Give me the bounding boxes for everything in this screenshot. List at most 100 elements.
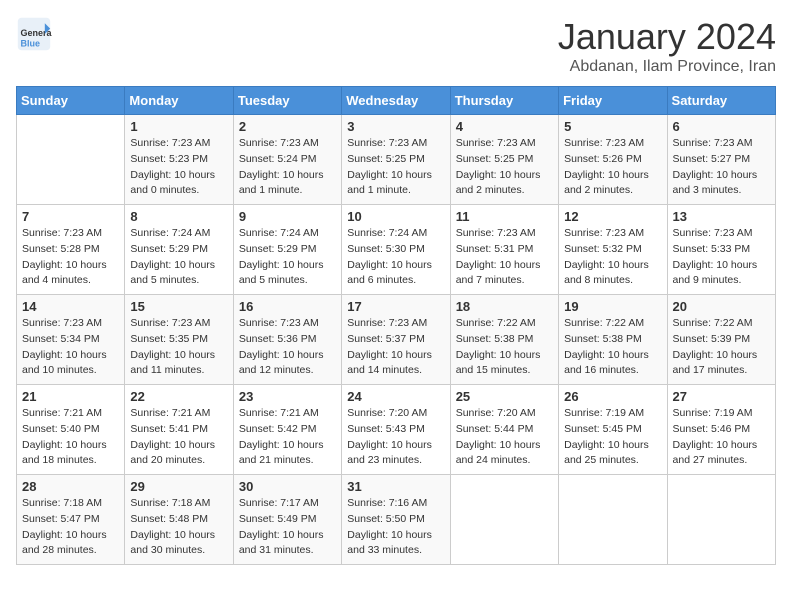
day-info: Sunrise: 7:17 AMSunset: 5:49 PMDaylight:… [239,496,336,559]
calendar-cell: 9 Sunrise: 7:24 AMSunset: 5:29 PMDaylight… [233,205,341,295]
calendar-cell: 27 Sunrise: 7:19 AMSunset: 5:46 PMDayligh… [667,385,775,475]
calendar-cell: 21Sunrise: 7:21 AMSunset: 5:40 PMDayligh… [17,385,125,475]
day-number: 25 [456,389,553,404]
day-info: Sunrise: 7:23 AMSunset: 5:27 PMDaylight:… [673,136,770,199]
calendar-cell: 17 Sunrise: 7:23 AMSunset: 5:37 PMDayligh… [342,295,450,385]
logo: General Blue [16,16,52,52]
calendar-cell: 22 Sunrise: 7:21 AMSunset: 5:41 PMDayligh… [125,385,233,475]
day-number: 14 [22,299,119,314]
day-number: 24 [347,389,444,404]
day-info: Sunrise: 7:22 AMSunset: 5:38 PMDaylight:… [456,316,553,379]
day-header-row: SundayMondayTuesdayWednesdayThursdayFrid… [17,87,776,115]
day-header: Monday [125,87,233,115]
svg-text:Blue: Blue [21,39,41,49]
day-info: Sunrise: 7:19 AMSunset: 5:45 PMDaylight:… [564,406,661,469]
calendar-cell: 31 Sunrise: 7:16 AMSunset: 5:50 PMDayligh… [342,475,450,565]
calendar-cell: 26Sunrise: 7:19 AMSunset: 5:45 PMDayligh… [559,385,667,475]
day-info: Sunrise: 7:24 AMSunset: 5:29 PMDaylight:… [239,226,336,289]
day-info: Sunrise: 7:23 AMSunset: 5:36 PMDaylight:… [239,316,336,379]
day-number: 20 [673,299,770,314]
calendar-cell: 19 Sunrise: 7:22 AMSunset: 5:38 PMDayligh… [559,295,667,385]
day-number: 6 [673,119,770,134]
day-header: Saturday [667,87,775,115]
calendar-cell [17,115,125,205]
title-block: January 2024 Abdanan, Ilam Province, Ira… [558,16,776,76]
calendar-cell: 20 Sunrise: 7:22 AMSunset: 5:39 PMDayligh… [667,295,775,385]
calendar-cell: 16 Sunrise: 7:23 AMSunset: 5:36 PMDayligh… [233,295,341,385]
calendar-cell: 7 Sunrise: 7:23 AMSunset: 5:28 PMDaylight… [17,205,125,295]
day-info: Sunrise: 7:23 AMSunset: 5:24 PMDaylight:… [239,136,336,199]
day-header: Friday [559,87,667,115]
day-info: Sunrise: 7:16 AMSunset: 5:50 PMDaylight:… [347,496,444,559]
calendar-table: SundayMondayTuesdayWednesdayThursdayFrid… [16,86,776,565]
day-number: 3 [347,119,444,134]
day-number: 27 [673,389,770,404]
day-number: 31 [347,479,444,494]
day-number: 23 [239,389,336,404]
day-number: 2 [239,119,336,134]
day-info: Sunrise: 7:24 AMSunset: 5:30 PMDaylight:… [347,226,444,289]
month-title: January 2024 [558,16,776,58]
day-info: Sunrise: 7:23 AMSunset: 5:26 PMDaylight:… [564,136,661,199]
day-info: Sunrise: 7:18 AMSunset: 5:48 PMDaylight:… [130,496,227,559]
calendar-cell: 23Sunrise: 7:21 AMSunset: 5:42 PMDayligh… [233,385,341,475]
day-info: Sunrise: 7:18 AMSunset: 5:47 PMDaylight:… [22,496,119,559]
day-number: 16 [239,299,336,314]
day-number: 12 [564,209,661,224]
logo-icon: General Blue [16,16,52,52]
day-info: Sunrise: 7:21 AMSunset: 5:41 PMDaylight:… [130,406,227,469]
day-number: 9 [239,209,336,224]
day-info: Sunrise: 7:23 AMSunset: 5:25 PMDaylight:… [456,136,553,199]
day-number: 17 [347,299,444,314]
day-number: 19 [564,299,661,314]
day-number: 18 [456,299,553,314]
calendar-cell [450,475,558,565]
day-number: 28 [22,479,119,494]
day-info: Sunrise: 7:23 AMSunset: 5:31 PMDaylight:… [456,226,553,289]
calendar-cell: 24Sunrise: 7:20 AMSunset: 5:43 PMDayligh… [342,385,450,475]
calendar-cell: 29 Sunrise: 7:18 AMSunset: 5:48 PMDayligh… [125,475,233,565]
calendar-cell: 8 Sunrise: 7:24 AMSunset: 5:29 PMDaylight… [125,205,233,295]
calendar-cell: 11 Sunrise: 7:23 AMSunset: 5:31 PMDayligh… [450,205,558,295]
calendar-cell: 6 Sunrise: 7:23 AMSunset: 5:27 PMDaylight… [667,115,775,205]
calendar-week-row: 1Sunrise: 7:23 AMSunset: 5:23 PMDaylight… [17,115,776,205]
calendar-week-row: 7 Sunrise: 7:23 AMSunset: 5:28 PMDaylight… [17,205,776,295]
calendar-cell: 2 Sunrise: 7:23 AMSunset: 5:24 PMDaylight… [233,115,341,205]
calendar-week-row: 28 Sunrise: 7:18 AMSunset: 5:47 PMDayligh… [17,475,776,565]
day-header: Thursday [450,87,558,115]
day-info: Sunrise: 7:23 AMSunset: 5:28 PMDaylight:… [22,226,119,289]
day-info: Sunrise: 7:22 AMSunset: 5:39 PMDaylight:… [673,316,770,379]
calendar-cell [667,475,775,565]
day-info: Sunrise: 7:23 AMSunset: 5:37 PMDaylight:… [347,316,444,379]
calendar-cell: 13Sunrise: 7:23 AMSunset: 5:33 PMDayligh… [667,205,775,295]
calendar-cell: 3 Sunrise: 7:23 AMSunset: 5:25 PMDaylight… [342,115,450,205]
day-header: Tuesday [233,87,341,115]
calendar-cell: 28 Sunrise: 7:18 AMSunset: 5:47 PMDayligh… [17,475,125,565]
day-number: 13 [673,209,770,224]
day-info: Sunrise: 7:20 AMSunset: 5:44 PMDaylight:… [456,406,553,469]
calendar-cell: 4 Sunrise: 7:23 AMSunset: 5:25 PMDaylight… [450,115,558,205]
calendar-cell [559,475,667,565]
calendar-cell: 25 Sunrise: 7:20 AMSunset: 5:44 PMDayligh… [450,385,558,475]
day-number: 22 [130,389,227,404]
day-info: Sunrise: 7:23 AMSunset: 5:25 PMDaylight:… [347,136,444,199]
day-number: 5 [564,119,661,134]
day-info: Sunrise: 7:24 AMSunset: 5:29 PMDaylight:… [130,226,227,289]
day-number: 21 [22,389,119,404]
day-number: 11 [456,209,553,224]
calendar-cell: 10 Sunrise: 7:24 AMSunset: 5:30 PMDayligh… [342,205,450,295]
day-number: 10 [347,209,444,224]
calendar-cell: 5 Sunrise: 7:23 AMSunset: 5:26 PMDaylight… [559,115,667,205]
day-info: Sunrise: 7:19 AMSunset: 5:46 PMDaylight:… [673,406,770,469]
day-info: Sunrise: 7:23 AMSunset: 5:32 PMDaylight:… [564,226,661,289]
day-info: Sunrise: 7:23 AMSunset: 5:34 PMDaylight:… [22,316,119,379]
day-number: 29 [130,479,227,494]
day-info: Sunrise: 7:23 AMSunset: 5:35 PMDaylight:… [130,316,227,379]
day-number: 7 [22,209,119,224]
location-subtitle: Abdanan, Ilam Province, Iran [558,58,776,76]
day-number: 4 [456,119,553,134]
calendar-cell: 1Sunrise: 7:23 AMSunset: 5:23 PMDaylight… [125,115,233,205]
day-number: 8 [130,209,227,224]
day-info: Sunrise: 7:22 AMSunset: 5:38 PMDaylight:… [564,316,661,379]
calendar-cell: 15Sunrise: 7:23 AMSunset: 5:35 PMDayligh… [125,295,233,385]
